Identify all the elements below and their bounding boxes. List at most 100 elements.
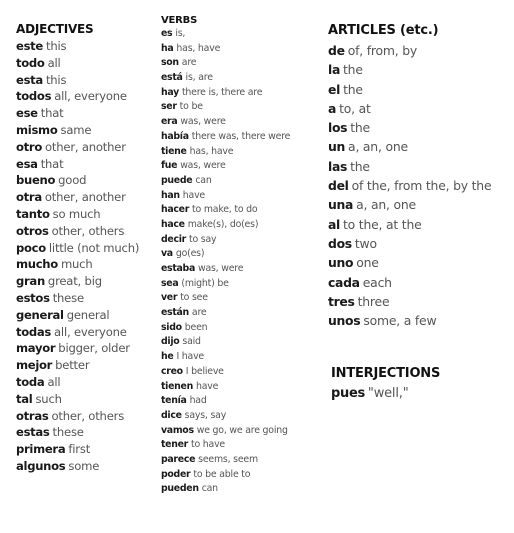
vocab-entry: esta this bbox=[16, 72, 139, 89]
english-translation: this bbox=[45, 39, 67, 53]
vocab-entry: uno one bbox=[328, 253, 491, 272]
spanish-word: hacer bbox=[161, 204, 190, 216]
vocab-entry: está is, are bbox=[161, 71, 290, 86]
vocab-entry: cada each bbox=[328, 273, 491, 292]
english-translation: that bbox=[40, 106, 64, 121]
vocab-entry: tienen have bbox=[161, 380, 290, 395]
spanish-word: tiene bbox=[161, 145, 187, 157]
vocab-entry: la the bbox=[328, 60, 491, 79]
spanish-word: había bbox=[161, 130, 189, 142]
vocab-entry: algunos some bbox=[16, 458, 139, 475]
vocab-entry: decir to say bbox=[161, 233, 290, 248]
spanish-word: cada bbox=[328, 274, 360, 290]
english-translation: general bbox=[66, 307, 110, 322]
spanish-word: gran bbox=[16, 274, 45, 289]
english-translation: to see bbox=[180, 292, 208, 304]
spanish-word: puede bbox=[161, 174, 193, 186]
spanish-word: al bbox=[328, 216, 341, 232]
english-translation: other, others bbox=[51, 223, 125, 238]
spanish-word: del bbox=[328, 178, 349, 194]
spanish-word: ver bbox=[161, 292, 178, 304]
english-translation: other, another bbox=[44, 190, 126, 205]
vocab-entry: toda all bbox=[16, 374, 139, 391]
spanish-word: es bbox=[161, 28, 173, 39]
vocab-entry: estaba was, were bbox=[161, 262, 290, 277]
vocab-entry: poder to be able to bbox=[161, 468, 290, 483]
interjections-section: INTERJECTIONS pues "well," bbox=[331, 364, 440, 404]
spanish-word: mejor bbox=[16, 358, 53, 373]
english-translation: we go, we are going bbox=[196, 424, 288, 436]
spanish-word: era bbox=[161, 116, 178, 128]
vocab-entry: todo all bbox=[16, 55, 139, 72]
spanish-word: estas bbox=[16, 425, 50, 440]
english-translation: (might) be bbox=[181, 277, 229, 289]
spanish-word: hay bbox=[161, 86, 179, 98]
vocab-entry: ser to be bbox=[161, 100, 290, 115]
spanish-word: toda bbox=[16, 374, 45, 389]
english-translation: I believe bbox=[185, 365, 224, 377]
spanish-word: unos bbox=[328, 313, 361, 329]
english-translation: some bbox=[68, 458, 100, 473]
english-translation: go(es) bbox=[175, 248, 205, 260]
english-translation: there is, there are bbox=[181, 86, 263, 98]
english-translation: can bbox=[201, 483, 218, 495]
spanish-word: general bbox=[16, 307, 64, 322]
spanish-word: las bbox=[328, 158, 348, 174]
english-translation: such bbox=[35, 391, 62, 406]
vocab-entry: dos two bbox=[328, 234, 491, 253]
english-translation: much bbox=[60, 257, 93, 272]
english-translation: has, have bbox=[189, 145, 234, 157]
spanish-word: esta bbox=[16, 72, 43, 87]
english-translation: first bbox=[68, 442, 91, 457]
vocab-entry: puede can bbox=[161, 174, 290, 189]
english-translation: so much bbox=[52, 206, 101, 221]
vocab-entry: un a, an, one bbox=[328, 137, 491, 156]
spanish-word: pueden bbox=[161, 483, 199, 495]
english-translation: same bbox=[60, 122, 92, 137]
english-translation: can bbox=[195, 174, 212, 186]
spanish-word: mucho bbox=[16, 257, 58, 272]
spanish-word: va bbox=[161, 248, 173, 260]
vocab-entry: son are bbox=[161, 56, 290, 71]
spanish-word: sido bbox=[161, 321, 182, 333]
vocab-entry: estos these bbox=[16, 290, 139, 307]
spanish-word: dijo bbox=[161, 336, 180, 348]
vocab-entry: parece seems, seem bbox=[161, 453, 290, 468]
english-translation: "well," bbox=[367, 386, 409, 401]
english-translation: these bbox=[52, 290, 84, 305]
english-translation: is, bbox=[175, 28, 186, 39]
spanish-word: ser bbox=[161, 101, 177, 113]
spanish-word: dice bbox=[161, 409, 182, 421]
spanish-word: uno bbox=[328, 255, 354, 271]
spanish-word: la bbox=[328, 62, 341, 78]
vocab-entry: han have bbox=[161, 189, 290, 204]
vocab-entry: tres three bbox=[328, 292, 491, 311]
vocab-entry: los the bbox=[328, 118, 491, 137]
vocab-entry: dijo said bbox=[161, 335, 290, 350]
vocab-entry: otros other, others bbox=[16, 223, 139, 240]
spanish-word: pues bbox=[331, 386, 365, 401]
english-translation: other, another bbox=[45, 139, 126, 154]
english-translation: have bbox=[182, 189, 205, 201]
vocab-entry: unos some, a few bbox=[328, 311, 491, 330]
vocab-entry: mayor bigger, older bbox=[16, 340, 139, 357]
english-translation: each bbox=[362, 274, 392, 290]
english-translation: make(s), do(es) bbox=[187, 218, 259, 230]
vocab-entry: sido been bbox=[161, 321, 290, 336]
spanish-word: todos bbox=[16, 89, 52, 104]
vocab-entry: del of the, from the, by the bbox=[328, 176, 492, 195]
english-translation: the bbox=[350, 120, 370, 136]
english-translation: two bbox=[354, 235, 377, 251]
vocab-entry: había there was, there were bbox=[161, 130, 290, 145]
english-translation: the bbox=[343, 81, 363, 97]
english-translation: one bbox=[356, 255, 379, 271]
english-translation: was, were bbox=[180, 116, 226, 128]
spanish-word: tres bbox=[328, 293, 355, 309]
english-translation: better bbox=[55, 358, 90, 373]
vocab-entry: otro other, another bbox=[16, 139, 139, 156]
vocab-entry: creo I believe bbox=[161, 365, 290, 380]
spanish-word: una bbox=[328, 197, 354, 213]
vocab-entry: ver to see bbox=[161, 291, 290, 306]
vocab-entry: pueden can bbox=[161, 482, 290, 497]
english-translation: that bbox=[40, 156, 64, 171]
